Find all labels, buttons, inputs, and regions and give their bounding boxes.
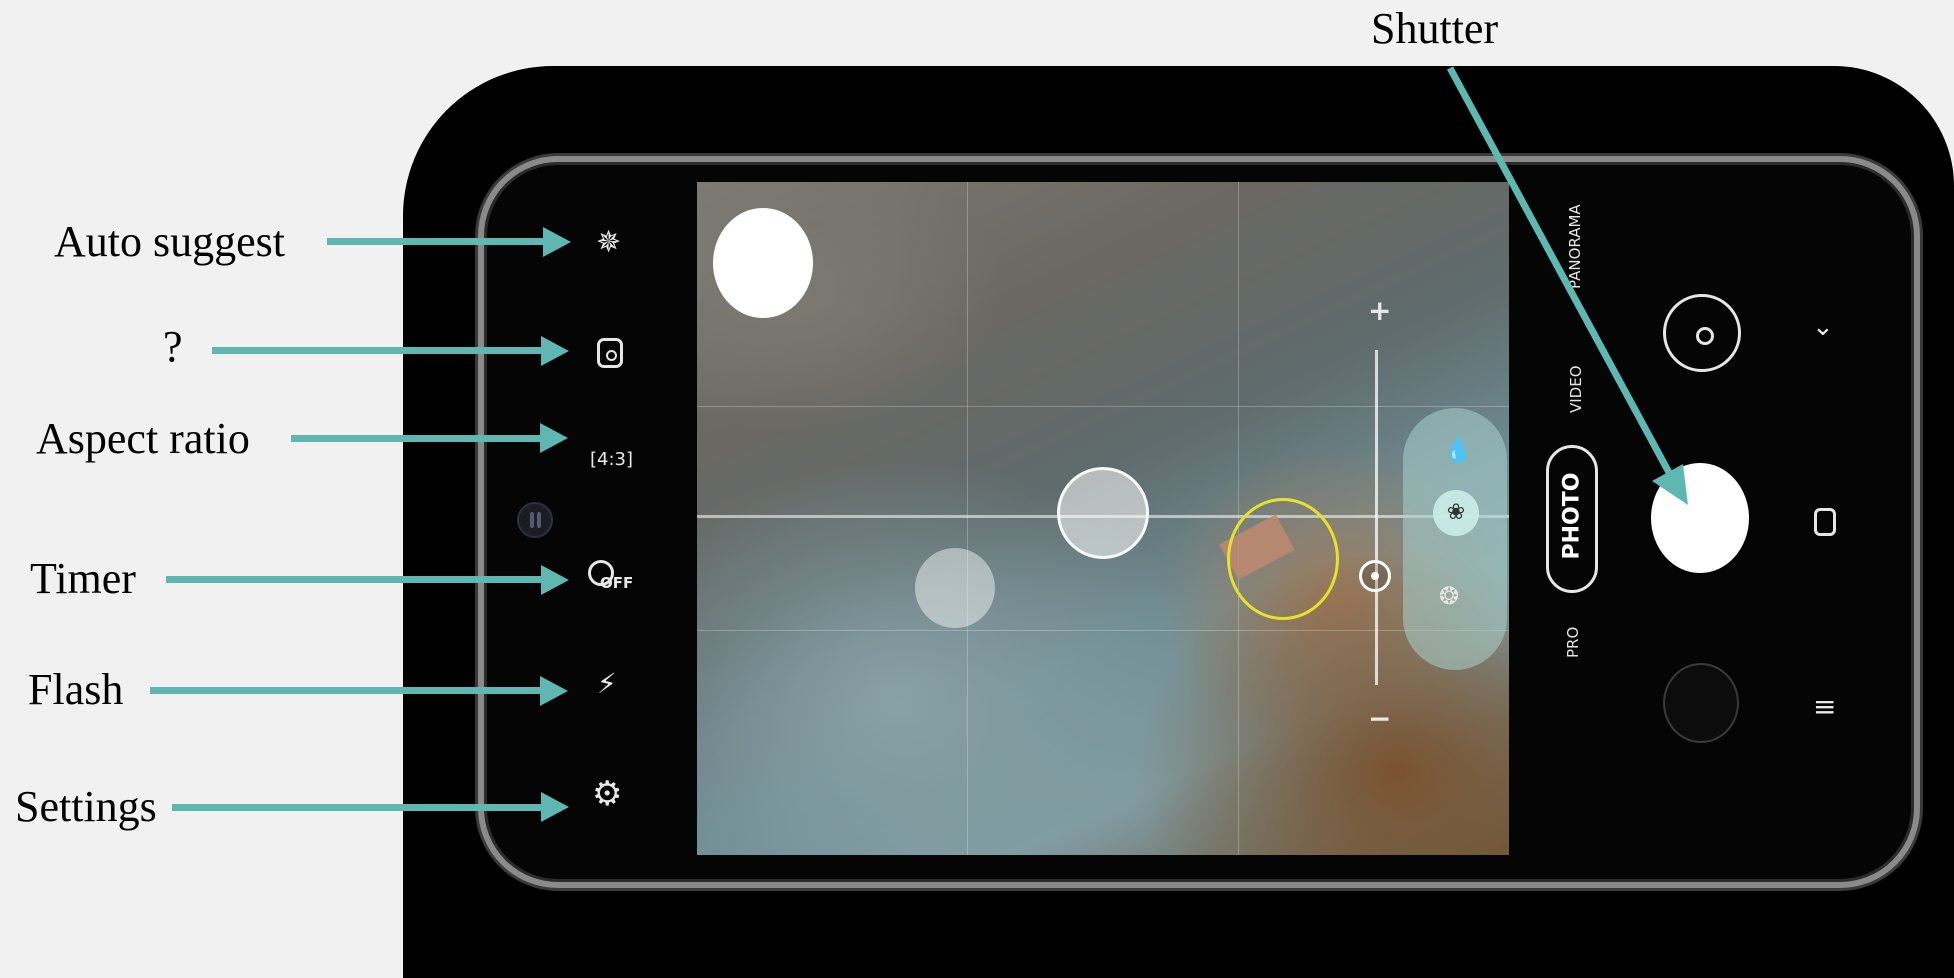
flash-arrow <box>150 687 552 694</box>
zoom-slider-track[interactable] <box>1375 350 1378 685</box>
tele-lens-icon[interactable]: 💧 <box>1443 436 1473 464</box>
timer-off-label: OFF <box>600 574 634 592</box>
aspect-ratio-icon[interactable]: [4:3] <box>590 449 633 470</box>
aspect-ratio-arrowhead <box>540 423 568 453</box>
front-camera <box>517 502 553 538</box>
camera-viewfinder[interactable]: + − 💧 ❀ ❂ <box>697 182 1509 855</box>
settings-arrow <box>172 804 550 811</box>
grid-line <box>967 182 968 855</box>
mode-panorama[interactable]: PANORAMA <box>1566 199 1584 289</box>
grid-line <box>697 406 1509 407</box>
shutter-button[interactable] <box>1651 463 1749 573</box>
shutter-annotation: Shutter <box>1371 4 1499 53</box>
grid-line <box>1238 182 1239 855</box>
mode-pro[interactable]: PRO <box>1564 622 1582 658</box>
auto-suggest-arrowhead <box>543 227 571 257</box>
timer-annotation: Timer <box>30 554 136 603</box>
mode-photo: PHOTO <box>1559 472 1585 560</box>
mode-video[interactable]: VIDEO <box>1567 353 1585 413</box>
zoom-minus-icon[interactable]: − <box>1368 702 1391 735</box>
aspect-ratio-label: 4:3 <box>597 449 626 470</box>
settings-annotation: Settings <box>15 782 157 831</box>
unknown-arrowhead <box>541 336 569 366</box>
rotate-icon[interactable] <box>1814 508 1836 536</box>
gear-icon[interactable]: ⚙ <box>592 774 622 814</box>
aspect-ratio-arrow <box>291 435 553 442</box>
aspect-ratio-annotation: Aspect ratio <box>36 414 250 463</box>
unknown-annotation: ? <box>163 322 183 371</box>
menu-icon[interactable]: ≡ <box>1813 690 1836 723</box>
focus-ring[interactable] <box>1227 498 1339 620</box>
settings-arrowhead <box>541 792 569 822</box>
switch-camera-icon <box>1696 327 1714 345</box>
chevron-down-icon[interactable]: ⌄ <box>1812 312 1834 342</box>
flash-off-icon[interactable]: ⚡︎ <box>597 667 617 700</box>
wide-lens-button[interactable]: ❀ <box>1433 490 1479 536</box>
level-indicator <box>1057 467 1149 559</box>
switch-camera-button[interactable] <box>1663 294 1741 372</box>
ultrawide-lens-icon[interactable]: ❂ <box>1439 582 1459 610</box>
zoom-slider-handle[interactable] <box>1359 560 1391 592</box>
timer-icon[interactable]: OFF <box>588 558 634 596</box>
timer-arrowhead <box>541 565 569 595</box>
grid-line <box>697 630 1509 631</box>
sparkle-icon[interactable]: ✵ <box>596 225 621 260</box>
motion-photo-icon[interactable] <box>597 338 623 368</box>
flash-annotation: Flash <box>28 665 124 714</box>
auto-suggest-annotation: Auto suggest <box>54 217 285 266</box>
wide-lens-icon: ❀ <box>1446 500 1466 525</box>
mode-photo-pill[interactable]: PHOTO <box>1546 445 1598 593</box>
gallery-thumbnail[interactable] <box>1663 663 1739 743</box>
redaction-blob <box>713 208 813 318</box>
redaction-blob <box>915 548 995 628</box>
auto-suggest-arrow <box>327 238 557 245</box>
flash-arrowhead <box>540 676 568 706</box>
unknown-arrow <box>212 347 555 354</box>
lens-selector[interactable]: 💧 ❀ ❂ <box>1403 408 1507 670</box>
timer-arrow <box>166 576 554 583</box>
zoom-plus-icon[interactable]: + <box>1368 294 1391 327</box>
